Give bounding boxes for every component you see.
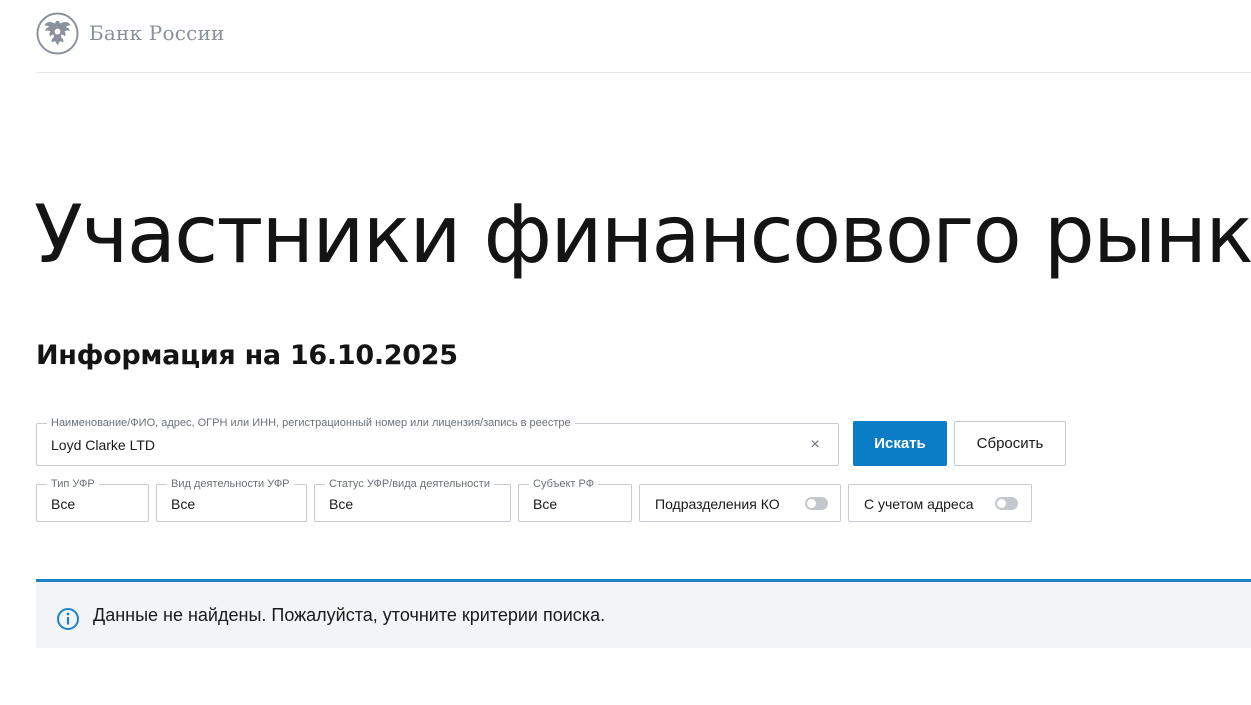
logo-text[interactable]: Банк России xyxy=(89,21,225,45)
filter-label: Вид деятельности УФР xyxy=(167,477,294,491)
filter-value: Все xyxy=(329,496,354,512)
toggle-credit-org-branches[interactable]: Подразделения КО xyxy=(639,484,841,522)
toggle-switch[interactable] xyxy=(805,497,828,510)
bank-emblem-icon[interactable] xyxy=(36,11,79,55)
toggle-switch[interactable] xyxy=(995,497,1018,510)
search-input-value: Loyd Clarke LTD xyxy=(51,437,156,453)
notice-text: Данные не найдены. Пожалуйста, уточните … xyxy=(93,605,606,625)
search-input[interactable]: Наименование/ФИО, адрес, ОГРН или ИНН, р… xyxy=(36,416,839,466)
clear-search-button[interactable]: × xyxy=(806,435,824,455)
filter-label: Субъект РФ xyxy=(529,477,599,491)
filter-status-select[interactable]: Статус УФР/вида деятельности Все xyxy=(314,477,511,522)
header-divider xyxy=(36,72,1251,73)
search-button[interactable]: Искать xyxy=(853,421,947,466)
filter-value: Все xyxy=(533,496,558,512)
search-input-label: Наименование/ФИО, адрес, ОГРН или ИНН, р… xyxy=(47,416,575,430)
toggle-include-address[interactable]: С учетом адреса xyxy=(848,484,1032,522)
reset-button[interactable]: Сбросить xyxy=(954,421,1066,466)
close-icon: × xyxy=(810,436,820,453)
page-title: Участники финансового рынка xyxy=(34,188,1251,281)
filter-label: Статус УФР/вида деятельности xyxy=(325,477,494,491)
filter-activity-select[interactable]: Вид деятельности УФР Все xyxy=(156,477,307,522)
filter-ufr-type-select[interactable]: Тип УФР Все xyxy=(36,477,149,522)
filter-value: Все xyxy=(51,496,76,512)
info-circle-icon xyxy=(57,608,79,630)
toggle-label: С учетом адреса xyxy=(864,496,974,512)
site-header: Банк России xyxy=(36,11,225,55)
info-date-heading: Информация на 16.10.2025 xyxy=(36,340,458,371)
toggle-label: Подразделения КО xyxy=(655,496,780,512)
filter-value: Все xyxy=(171,496,196,512)
filter-region-select[interactable]: Субъект РФ Все xyxy=(518,477,632,522)
no-results-notice: Данные не найдены. Пожалуйста, уточните … xyxy=(36,582,1251,648)
filter-label: Тип УФР xyxy=(47,477,99,491)
